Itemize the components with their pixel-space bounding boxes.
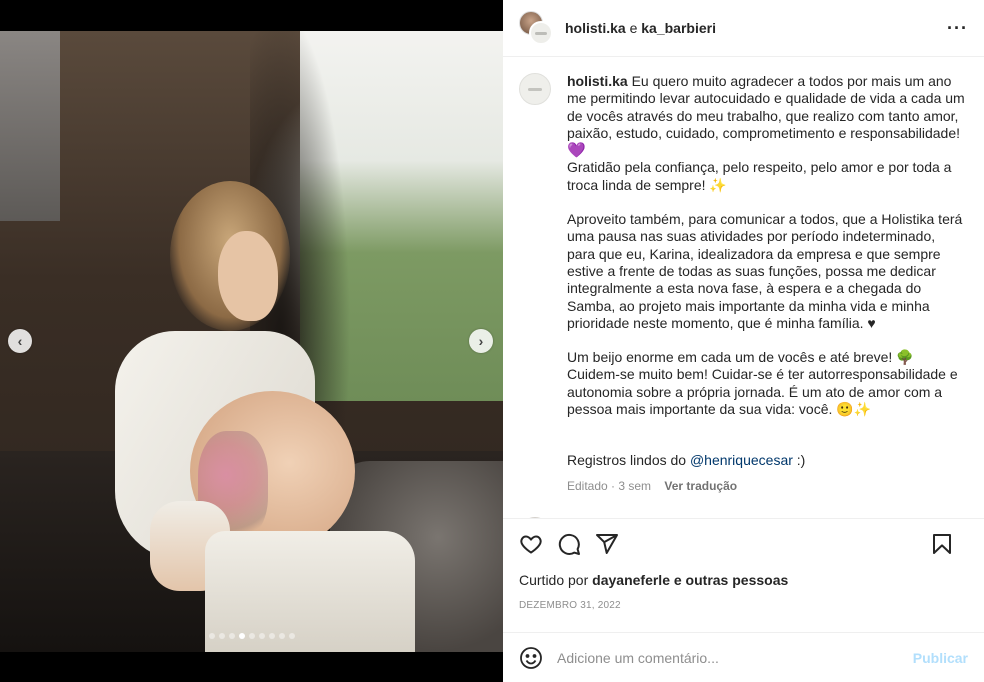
purple-heart-icon: 💜 xyxy=(567,142,586,160)
caption-paragraph-2: Gratidão pela confiança, pelo respeito, … xyxy=(567,159,952,193)
previous-photo-button[interactable]: ‹ xyxy=(8,329,32,353)
instagram-post-modal: ‹ › holisti.ka e ka_barbieri ··· holisti… xyxy=(0,0,984,682)
post-media: ‹ › xyxy=(0,0,503,682)
comment-button[interactable] xyxy=(557,532,581,556)
publish-button[interactable]: Publicar xyxy=(913,650,968,666)
smiley-icon xyxy=(520,646,542,669)
carousel-dot xyxy=(208,633,215,639)
avatar[interactable] xyxy=(519,73,551,105)
likes-summary: Curtido por dayaneferle e outras pessoas xyxy=(503,568,984,590)
carousel-dot xyxy=(278,633,285,639)
author-link-2[interactable]: ka_barbieri xyxy=(641,20,716,36)
mention-link[interactable]: @henriquecesar xyxy=(690,452,793,468)
comment-icon xyxy=(558,533,580,555)
bookmark-icon xyxy=(933,534,951,554)
caption-text: holisti.ka Eu quero muito agradecer a to… xyxy=(567,73,967,495)
carousel-dot xyxy=(228,633,235,639)
carousel-dot xyxy=(258,633,265,639)
post-caption: holisti.ka Eu quero muito agradecer a to… xyxy=(519,73,968,495)
carousel-dot xyxy=(218,633,225,639)
edited-timestamp: Editado · 3 sem xyxy=(567,478,652,493)
comment-input[interactable] xyxy=(557,649,913,666)
post-actions xyxy=(503,518,984,568)
post-photo xyxy=(0,31,503,652)
likes-prefix: Curtido por xyxy=(519,572,589,588)
liker-username[interactable]: dayaneferle xyxy=(592,572,670,588)
caption-paragraph-4: Um beijo enorme em cada um de vocês e at… xyxy=(567,349,958,418)
caption-paragraph-3: Aproveito também, para comunicar a todos… xyxy=(567,211,963,331)
carousel-dot xyxy=(288,633,295,639)
authors-connector: e xyxy=(629,20,638,36)
next-photo-button[interactable]: › xyxy=(469,329,493,353)
send-icon xyxy=(596,533,618,554)
heart-icon xyxy=(520,534,542,554)
post-side-panel: holisti.ka e ka_barbieri ··· holisti.ka … xyxy=(503,0,984,682)
share-button[interactable] xyxy=(595,532,619,556)
author-link-1[interactable]: holisti.ka xyxy=(565,20,626,36)
more-horizontal-icon[interactable]: ··· xyxy=(947,19,968,37)
collab-avatars[interactable] xyxy=(519,11,553,45)
carousel-dot xyxy=(248,633,255,639)
save-button[interactable] xyxy=(930,532,954,556)
emoji-button[interactable] xyxy=(519,646,543,670)
caption-credit-prefix: Registros lindos do xyxy=(567,452,687,469)
see-translation-link[interactable]: Ver tradução xyxy=(664,479,737,493)
comments-scroll-area[interactable]: holisti.ka Eu quero muito agradecer a to… xyxy=(503,57,984,518)
avatar xyxy=(529,21,553,45)
caption-username[interactable]: holisti.ka xyxy=(567,73,628,89)
post-date: DEZEMBRO 31, 2022 xyxy=(519,600,621,611)
chevron-left-icon: ‹ xyxy=(17,333,23,349)
post-authors: holisti.ka e ka_barbieri xyxy=(565,20,716,36)
caption-credit-suffix: :) xyxy=(796,452,806,469)
carousel-indicator xyxy=(0,633,503,639)
post-header: holisti.ka e ka_barbieri ··· xyxy=(503,0,984,57)
like-button[interactable] xyxy=(519,532,543,556)
carousel-dot xyxy=(238,633,245,639)
carousel-dot xyxy=(268,633,275,639)
comment-composer: Publicar xyxy=(503,632,984,682)
likes-others-link[interactable]: e outras pessoas xyxy=(674,572,788,588)
chevron-right-icon: › xyxy=(478,333,484,349)
